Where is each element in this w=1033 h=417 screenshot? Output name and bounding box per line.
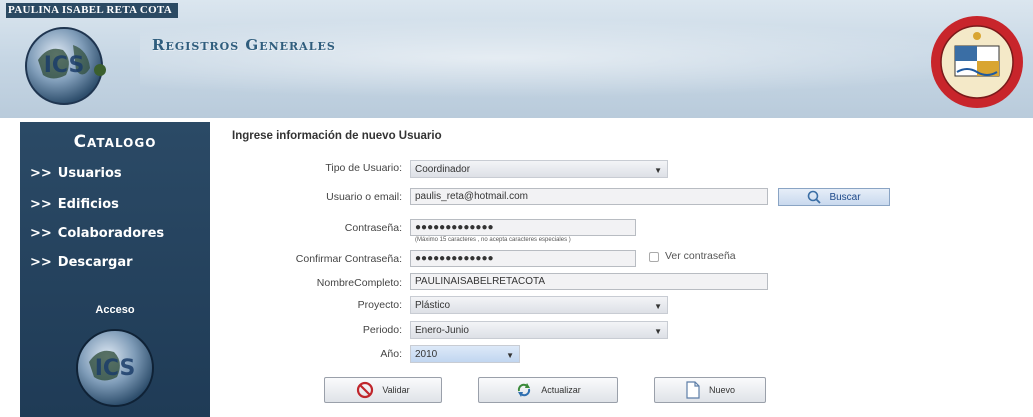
tipo-usuario-label: Tipo de Usuario:: [325, 162, 402, 174]
actualizar-button-label: Actualizar: [541, 385, 581, 395]
chevron-down-icon: ▼: [506, 351, 514, 360]
ics-globe-logo-icon[interactable]: ICS: [67, 322, 163, 412]
user-name-label: PAULINA ISABEL RETA COTA: [6, 3, 178, 18]
contrasena-field[interactable]: ●●●●●●●●●●●●●: [410, 219, 636, 236]
anio-select[interactable]: 2010 ▼: [410, 345, 520, 363]
sidebar: Catalogo >> Usuarios >> Edificios >> Colabo…: [20, 122, 210, 417]
svg-text:ICS: ICS: [95, 356, 136, 381]
nombre-completo-field[interactable]: PAULINAISABELRETACOTA: [410, 273, 768, 290]
double-arrow-icon: >>: [30, 197, 52, 212]
usuario-email-field[interactable]: paulis_reta@hotmail.com: [410, 188, 768, 205]
confirmar-contrasena-field[interactable]: ●●●●●●●●●●●●●: [410, 250, 636, 267]
anio-label: Año:: [380, 348, 402, 360]
ics-globe-logo-icon: ICS: [25, 27, 106, 105]
header-sheen: [140, 18, 1030, 98]
double-arrow-icon: >>: [30, 166, 52, 181]
user-form-panel: Ingrese información de nuevo Usuario Tip…: [218, 122, 1033, 417]
ver-contrasena-label: Ver contraseña: [665, 250, 736, 262]
sidebar-item-label: Descargar: [57, 255, 133, 270]
usuario-label: Usuario o email:: [326, 191, 402, 203]
acceso-label: Acceso: [95, 304, 135, 316]
double-arrow-icon: >>: [30, 226, 52, 241]
no-entry-icon: [357, 381, 374, 399]
tipo-usuario-value: Coordinador: [415, 164, 471, 175]
sidebar-title: Catalogo: [73, 132, 157, 152]
nuevo-button-label: Nuevo: [708, 385, 735, 395]
sidebar-item-label: Usuarios: [57, 166, 122, 181]
buscar-button-label: Buscar: [829, 191, 861, 203]
sidebar-item-usuarios[interactable]: >> Usuarios: [30, 166, 122, 181]
header-banner: PAULINA ISABEL RETA COTA ICS Registros G…: [0, 0, 1033, 118]
periodo-label: Periodo:: [362, 324, 402, 336]
sidebar-item-edificios[interactable]: >> Edificios: [30, 197, 119, 212]
validar-button[interactable]: Validar: [324, 377, 442, 403]
periodo-value: Enero-Junio: [415, 325, 469, 336]
contrasena-hint: (Máximo 15 caracteres , no acepta caract…: [415, 237, 571, 243]
refresh-icon: [518, 383, 531, 397]
institution-seal-icon: [931, 16, 1023, 108]
actualizar-button[interactable]: Actualizar: [478, 377, 618, 403]
proyecto-value: Plástico: [415, 300, 451, 311]
double-arrow-icon: >>: [30, 255, 52, 270]
proyecto-label: Proyecto:: [357, 299, 402, 311]
chevron-down-icon: ▼: [654, 327, 662, 336]
nuevo-button[interactable]: Nuevo: [654, 377, 766, 403]
sidebar-item-label: Edificios: [57, 197, 119, 212]
form-title: Ingrese información de nuevo Usuario: [232, 130, 442, 142]
svg-text:ICS: ICS: [44, 53, 85, 78]
anio-value: 2010: [415, 349, 438, 360]
search-icon: [808, 190, 822, 204]
new-document-icon: [686, 381, 700, 399]
page-title: Registros Generales: [152, 36, 336, 54]
validar-button-label: Validar: [382, 385, 410, 395]
proyecto-select[interactable]: Plástico ▼: [410, 296, 668, 314]
contrasena-label: Contraseña:: [344, 222, 402, 234]
buscar-button[interactable]: Buscar: [778, 188, 890, 206]
sidebar-item-label: Colaboradores: [57, 226, 165, 241]
ver-contrasena-checkbox[interactable]: [649, 252, 659, 262]
periodo-select[interactable]: Enero-Junio ▼: [410, 321, 668, 339]
chevron-down-icon: ▼: [654, 166, 662, 175]
tipo-usuario-select[interactable]: Coordinador ▼: [410, 160, 668, 178]
chevron-down-icon: ▼: [654, 302, 662, 311]
nombre-label: NombreCompleto:: [316, 277, 402, 289]
sidebar-item-colaboradores[interactable]: >> Colaboradores: [30, 226, 164, 241]
confirmar-label: Confirmar Contraseña:: [295, 253, 402, 265]
sidebar-item-descargar[interactable]: >> Descargar: [30, 255, 133, 270]
